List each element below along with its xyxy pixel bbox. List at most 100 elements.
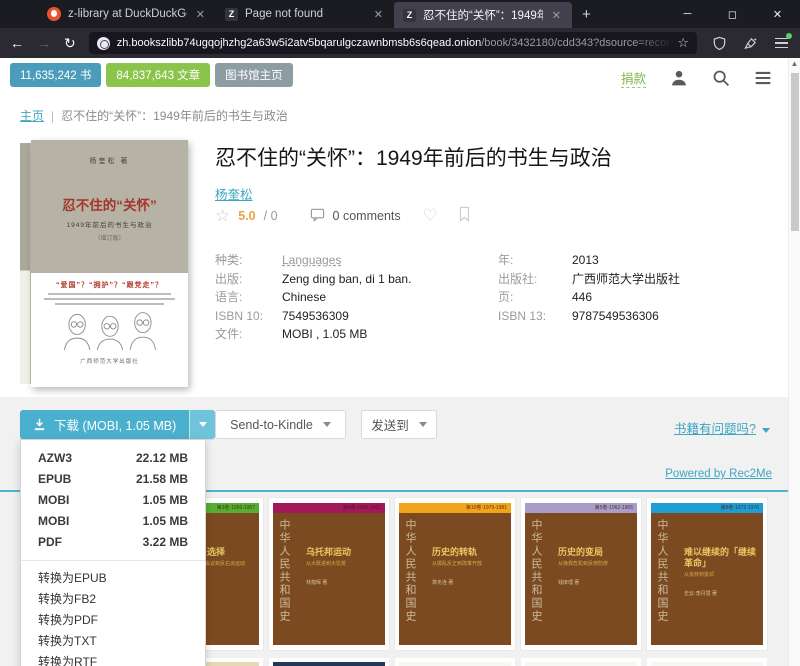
- browser-menu-icon[interactable]: [772, 34, 790, 52]
- menu-item-format[interactable]: MOBI1.05 MB: [21, 511, 205, 532]
- meta-value: 广西师范大学出版社: [572, 272, 680, 286]
- url-domain: zh.bookszlibb74ugqojhzhg2a63w5i2atv5bqar…: [117, 37, 482, 49]
- url-text[interactable]: zh.bookszlibb74ugqojhzhg2a63w5i2atv5bqar…: [117, 37, 671, 49]
- send-to-kindle-button[interactable]: Send-to-Kindle: [215, 410, 346, 439]
- meta-row-pages: 页:446: [498, 288, 778, 307]
- recommendation-card[interactable]: [269, 658, 389, 666]
- format-name: EPUB: [38, 469, 71, 490]
- scroll-up-icon[interactable]: ▲: [789, 58, 800, 70]
- rec-subtitle: 从挽救危机到反修防修: [558, 561, 632, 568]
- donate-link[interactable]: 捐款: [621, 68, 646, 88]
- tab-close-icon[interactable]: ✕: [372, 8, 385, 21]
- download-options-caret-button[interactable]: [189, 410, 215, 439]
- meta-value: Chinese: [282, 290, 326, 304]
- meta-label: 出版社:: [498, 270, 572, 289]
- category-link[interactable]: Languages: [282, 253, 341, 267]
- author-link[interactable]: 杨奎松: [215, 184, 253, 203]
- menu-item-convert[interactable]: 转换为TXT: [21, 631, 205, 652]
- rec-title: 乌托邦运动: [306, 547, 380, 558]
- cover-publisher: 广西师范大学出版社: [31, 357, 188, 365]
- recommendation-card[interactable]: 第8卷·1972-1976 中华人民共和国史 难以继续的「继续革命」 从批林到批…: [647, 498, 767, 650]
- favorite-heart-icon[interactable]: ♡: [423, 207, 438, 224]
- tab-close-icon[interactable]: ✕: [550, 9, 563, 22]
- meta-row-language: 语言:Chinese: [215, 288, 485, 307]
- format-name: MOBI: [38, 490, 69, 511]
- rec-band-label: 第8卷·1972-1976: [721, 505, 759, 511]
- breadcrumb-home-link[interactable]: 主页: [20, 109, 44, 123]
- powered-by-rec2me-link[interactable]: Powered by Rec2Me: [665, 468, 772, 480]
- cover-tagline: “爱国”？“拥护”？“跟党走”？: [31, 280, 188, 290]
- cover-edition: 〔增订版〕: [31, 233, 188, 242]
- library-home-badge[interactable]: 图书馆主页: [215, 63, 293, 87]
- recommendation-card[interactable]: 第4卷·1958-1961 中华人民共和国史 乌托邦运动 从大跃进到大饥荒 林蕴…: [269, 498, 389, 650]
- menu-separator: [21, 560, 205, 561]
- rec-series-calligraphy: 中华人民共和国史: [402, 519, 418, 623]
- menu-item-convert[interactable]: 转换为FB2: [21, 589, 205, 610]
- recommendations-row-2: [143, 658, 767, 666]
- tab-book-page-active[interactable]: Z 忍不住的“关怀”：1949年前后的 ✕: [394, 2, 572, 28]
- meta-value: MOBI , 1.05 MB: [282, 327, 367, 341]
- powered-by: Powered by Rec2Me: [665, 468, 772, 480]
- back-button[interactable]: ←: [10, 35, 24, 51]
- tab-page-not-found[interactable]: Z Page not found ✕: [216, 0, 394, 28]
- rec-subtitle: 从大跃进到大饥荒: [306, 561, 380, 568]
- format-size: 22.12 MB: [136, 448, 188, 469]
- shield-icon[interactable]: [710, 34, 728, 52]
- recommendation-card[interactable]: [395, 658, 515, 666]
- menu-item-format[interactable]: AZW322.12 MB: [21, 448, 205, 469]
- new-tab-button[interactable]: +: [582, 6, 591, 23]
- cover-text-line: [44, 298, 176, 300]
- recommendation-card[interactable]: 第5卷·1962-1965 中华人民共和国史 历史的变局 从挽救危机到反修防修 …: [521, 498, 641, 650]
- rating-star-icon[interactable]: ☆: [215, 207, 230, 224]
- clear-data-broom-icon[interactable]: [741, 34, 759, 52]
- menu-item-format[interactable]: EPUB21.58 MB: [21, 469, 205, 490]
- tab-close-icon[interactable]: ✕: [194, 8, 207, 21]
- articles-count-badge[interactable]: 84,837,643 文章: [106, 63, 210, 87]
- tab-duckduckgo[interactable]: z-library at DuckDuckGo ✕: [38, 0, 216, 28]
- menu-item-format[interactable]: PDF3.22 MB: [21, 532, 205, 553]
- recommendation-card[interactable]: [521, 658, 641, 666]
- rec-title: 历史的变局: [558, 547, 632, 558]
- search-icon[interactable]: [712, 69, 730, 87]
- meta-label: 语言:: [215, 288, 282, 307]
- update-available-dot: [786, 33, 792, 39]
- send-to-button[interactable]: 发送到: [361, 410, 437, 439]
- comments-icon[interactable]: [310, 207, 325, 225]
- site-counters: 11,635,242 书 84,837,643 文章 图书馆主页: [10, 63, 293, 87]
- menu-item-convert[interactable]: 转换为RTF: [21, 652, 205, 666]
- menu-item-format[interactable]: MOBI1.05 MB: [21, 490, 205, 511]
- minimize-button[interactable]: ─: [665, 0, 710, 28]
- rec-cover: 第4卷·1958-1961 中华人民共和国史 乌托邦运动 从大跃进到大饥荒 林蕴…: [273, 503, 385, 645]
- recommendation-card[interactable]: [647, 658, 767, 666]
- recommendation-card[interactable]: 第10卷·1979-1981 中华人民共和国史 历史的转轨 从拨乱反正到改革开放…: [395, 498, 515, 650]
- zlibrary-book-page: 11,635,242 书 84,837,643 文章 图书馆主页 捐款 ▲ 主页…: [0, 58, 800, 666]
- comments-link[interactable]: 0 comments: [333, 209, 401, 223]
- window-close-button[interactable]: ✕: [755, 0, 800, 28]
- profile-icon[interactable]: [670, 69, 688, 87]
- onion-site-icon[interactable]: [97, 37, 110, 50]
- zlibrary-favicon: Z: [225, 8, 238, 21]
- tab-title: 忍不住的“关怀”：1949年前后的: [423, 7, 543, 23]
- window-controls: ─ ◻ ✕: [665, 0, 800, 28]
- menu-item-convert[interactable]: 转换为PDF: [21, 610, 205, 631]
- menu-item-convert[interactable]: 转换为EPUB: [21, 568, 205, 589]
- forward-button[interactable]: →: [37, 35, 51, 51]
- tab-title: Page not found: [245, 8, 365, 20]
- cover-bottom-section: “爱国”？“拥护”？“跟党走”？ 广西师范大学出版社: [31, 273, 188, 387]
- books-count-badge[interactable]: 11,635,242 书: [10, 63, 101, 87]
- rec-band-label: 第5卷·1962-1965: [595, 505, 633, 511]
- report-issue-link[interactable]: 书籍有问题吗?: [674, 422, 756, 436]
- reload-button[interactable]: ↻: [64, 35, 76, 52]
- meta-row-year: 年:2013: [498, 251, 778, 270]
- maximize-button[interactable]: ◻: [710, 0, 755, 28]
- rec-series-calligraphy: 中华人民共和国史: [654, 519, 670, 623]
- book-cover[interactable]: 杨奎松 著 忍不住的“关怀” 1949年前后的书生与政治 〔增订版〕 “爱国”？…: [20, 140, 190, 387]
- site-menu-icon[interactable]: [754, 69, 772, 87]
- page-scrollbar[interactable]: ▲: [788, 58, 800, 666]
- save-bookmark-icon[interactable]: [458, 206, 471, 225]
- bookmark-star-icon[interactable]: ☆: [677, 35, 689, 51]
- download-button[interactable]: 下载 (MOBI, 1.05 MB): [20, 410, 189, 439]
- format-name: PDF: [38, 532, 62, 553]
- url-bar[interactable]: zh.bookszlibb74ugqojhzhg2a63w5i2atv5bqar…: [89, 32, 697, 54]
- scrollbar-thumb[interactable]: [791, 73, 799, 231]
